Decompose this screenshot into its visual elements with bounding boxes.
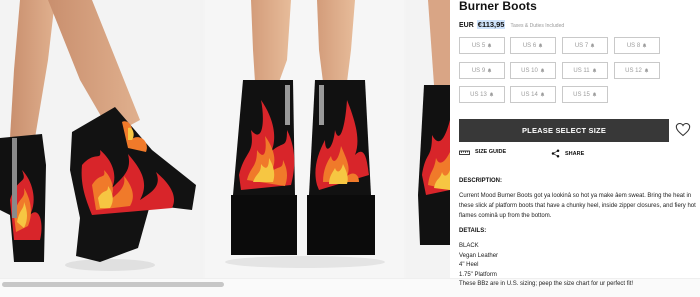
boot-side-image: [0, 0, 196, 271]
size-option[interactable]: US 8: [614, 37, 660, 54]
size-label: US 13: [470, 91, 487, 98]
details-line: Vegan Leather: [459, 252, 499, 259]
bell-icon: [644, 68, 649, 73]
tax-note: Taxes & Duties Included: [510, 23, 565, 29]
price-row: EUR €113,95 Taxes & Duties Included: [459, 20, 564, 29]
size-option[interactable]: US 6: [510, 37, 556, 54]
size-option[interactable]: US 7: [562, 37, 608, 54]
select-size-button[interactable]: PLEASE SELECT SIZE: [459, 119, 669, 142]
size-label: US 6: [522, 42, 537, 49]
share-label: SHARE: [565, 150, 585, 157]
size-option[interactable]: US 11: [562, 62, 608, 79]
bell-icon: [592, 68, 596, 73]
bell-icon: [592, 92, 597, 97]
size-label: US 7: [574, 42, 589, 49]
details-line: 1.75" Platform: [459, 271, 497, 278]
size-label: US 8: [626, 42, 641, 49]
bell-icon: [538, 43, 543, 48]
boot-front-image: [225, 0, 385, 268]
size-label: US 5: [471, 42, 486, 49]
description-text: Current Mood Burner Boots got ya lookinâ…: [459, 193, 696, 219]
size-option[interactable]: US 5: [459, 37, 505, 54]
details-line: 4" Heel: [459, 262, 479, 269]
size-option[interactable]: US 13: [459, 86, 505, 103]
bell-icon: [489, 92, 494, 97]
boot-partial-image: [418, 0, 450, 245]
currency-label: EUR: [459, 22, 474, 29]
details-line: BLACK: [459, 243, 479, 249]
bell-icon: [590, 43, 595, 48]
size-label: US 9: [471, 67, 486, 74]
size-guide-link[interactable]: SIZE GUIDE: [459, 149, 506, 155]
size-option[interactable]: US 14: [510, 86, 556, 103]
description-heading: DESCRIPTION:: [459, 178, 503, 184]
product-photo-partial[interactable]: [406, 0, 450, 278]
ruler-icon: [459, 150, 470, 155]
size-option[interactable]: US 12: [614, 62, 660, 79]
scrollbar-thumb[interactable]: [2, 282, 224, 287]
heart-icon[interactable]: [675, 122, 691, 137]
bell-icon: [540, 68, 545, 73]
product-price: €113,95: [476, 20, 506, 29]
details-heading: DETAILS:: [459, 228, 487, 234]
bell-icon: [487, 43, 492, 48]
size-label: US 12: [625, 67, 642, 74]
details-list: BLACK Vegan Leather 4" Heel 1.75" Platfo…: [459, 242, 699, 290]
size-option[interactable]: US 15: [562, 86, 608, 103]
size-label: US 14: [521, 91, 538, 98]
details-line: These BBz are in U.S. sizing; peep the s…: [459, 281, 634, 288]
product-photo-front[interactable]: [205, 0, 404, 278]
size-option[interactable]: US 10: [510, 62, 556, 79]
product-info-panel: Burner Boots EUR €113,95 Taxes & Duties …: [459, 0, 700, 287]
size-label: US 10: [521, 67, 538, 74]
product-image-gallery[interactable]: [0, 0, 450, 278]
product-photo-side[interactable]: [0, 0, 203, 278]
size-label: US 15: [573, 91, 590, 98]
size-guide-label: SIZE GUIDE: [475, 149, 507, 155]
share-icon: [551, 149, 560, 158]
size-option[interactable]: US 9: [459, 62, 505, 79]
bell-icon: [540, 92, 545, 97]
product-title: Burner Boots: [459, 0, 537, 13]
share-link[interactable]: SHARE: [551, 149, 584, 158]
bell-icon: [487, 68, 492, 73]
bell-icon: [642, 43, 647, 48]
size-label: US 11: [573, 67, 590, 74]
